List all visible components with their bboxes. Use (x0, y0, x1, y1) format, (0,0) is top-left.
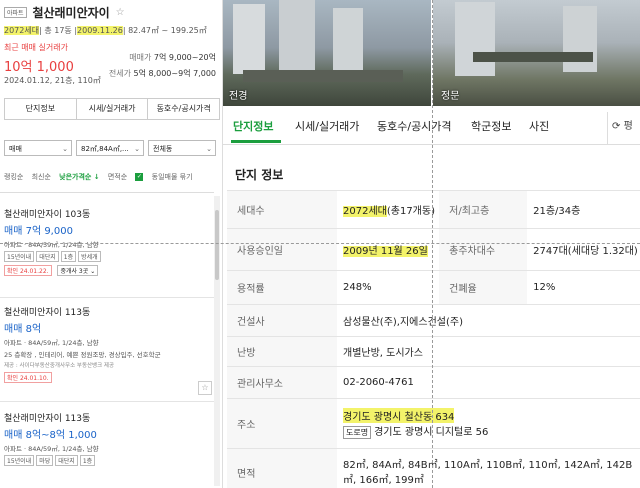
refresh-icon: ⟳ (612, 121, 621, 132)
photo-label: 전경 (229, 91, 248, 102)
confirm-date-badge: 확인 24.01.22. (4, 265, 52, 276)
listing-spec: 아파트 · 84A/59㎡, 1/24층, 남향 (4, 445, 99, 453)
group-listings-label: 동일매물 묶기 (151, 173, 193, 181)
recent-price-value: 10억 1,000 (4, 60, 74, 75)
sort-low-price[interactable]: 낮은가격순 ↓ (59, 173, 100, 181)
road-address-badge: 도로명 (343, 426, 372, 439)
table-row: 면적 82㎡, 84A㎡, 84B㎡, 110A㎡, 110B㎡, 110㎡, … (227, 448, 640, 488)
complex-info-table: 세대수 2072세대(총17개동) 저/최고층 21층/34층 사용승인일 20… (227, 190, 640, 488)
tab-unit-price[interactable]: 동호수/공시가격 (377, 118, 452, 134)
list-item[interactable]: 철산래미안자이 113동 매매 8억 아파트 · 84A/59㎡, 1/24층,… (4, 305, 210, 383)
table-row: 관리사무소 02-2060-4761 (227, 366, 640, 399)
photo-gate[interactable]: 정문 (433, 0, 640, 106)
listing-list: 철산래미안자이 103동 매매 7억 9,000 아파트 · 84A/59㎡, … (0, 192, 214, 488)
summary-units: 2072세대 (4, 26, 40, 35)
listing-title: 철산래미안자이 113동 (4, 308, 91, 318)
tab-photos[interactable]: 사진 (529, 118, 549, 134)
area-value: 82㎡, 84A㎡, 84B㎡, 110A㎡, 110B㎡, 110㎡, 142… (337, 448, 640, 488)
building-select[interactable]: 전체동 ⌄ (148, 140, 216, 156)
listing-spec: 아파트 · 84A/59㎡, 1/24층, 남향 (4, 339, 99, 347)
table-row: 용적률 248% 건폐율 12% (227, 270, 640, 305)
table-row: 주소 경기도 광명시 철산동 634 도로명 경기도 광명시 디지털로 56 (227, 398, 640, 449)
listing-scrollbar[interactable] (214, 196, 220, 486)
photo-label: 정문 (441, 91, 460, 102)
trade-type-select[interactable]: 매매 ⌄ (4, 140, 72, 156)
table-row: 세대수 2072세대(총17개동) 저/최고층 21층/34층 (227, 190, 640, 229)
approval-value: 2009년 11월 26일 (343, 246, 428, 257)
sort-bar: 랭킹순 최신순 낮은가격순 ↓ 면적순 ✓ 동일매물 묶기 (4, 172, 218, 182)
parking-value: 2747대(세대당 1.32대) (527, 228, 640, 271)
recent-price-label: 최근 매매 실거래가 (4, 43, 68, 52)
complex-header: 아파트 철산래미안자이 ☆ 2072세대| 총 17동 |2009.11.26|… (4, 4, 218, 36)
photo-overview[interactable]: 전경 (223, 0, 431, 106)
listing-tags: 15년이내 대단지 1층 방세개 (4, 251, 210, 262)
listing-price: 매매 8억 (4, 324, 42, 335)
left-tab-unit-price[interactable]: 동호수/공시가격 (148, 99, 219, 119)
listing-agency: 제공 : 사이다부동산중개사무소 부동산뱅크 제공 (4, 363, 115, 369)
table-row: 사용승인일 2009년 11월 26일 총주차대수 2747대(세대당 1.32… (227, 228, 640, 271)
listing-title: 철산래미안자이 103동 (4, 210, 91, 220)
listing-title: 철산래미안자이 113동 (4, 414, 91, 424)
table-row: 난방 개별난방, 도시가스 (227, 336, 640, 367)
guide-line (432, 0, 433, 488)
table-row: 건설사 삼성물산(주),지에스건설(주) (227, 304, 640, 337)
complex-summary: 2072세대| 총 17동 |2009.11.26| 82.47㎡ ~ 199.… (4, 26, 207, 35)
floors-value: 21층/34층 (527, 190, 640, 229)
listing-price: 매매 8억~8억 1,000 (4, 430, 97, 441)
summary-approval-date: 2009.11.26 (77, 26, 123, 35)
summary-buildings: 총 17동 (41, 26, 75, 35)
builder-value: 삼성물산(주),지에스건설(주) (337, 304, 640, 337)
chevron-down-icon: ⌄ (90, 268, 96, 275)
confirm-date-badge: 확인 24.01.10. (4, 372, 52, 383)
checkbox-checked-icon[interactable]: ✓ (135, 173, 144, 181)
scrollbar-thumb[interactable] (215, 210, 219, 280)
chevron-down-icon: ⌄ (206, 145, 212, 153)
summary-area: 82.47㎡ ~ 199.25㎡ (125, 26, 207, 35)
chevron-down-icon: ⌄ (134, 145, 140, 153)
list-item[interactable]: 철산래미안자이 113동 매매 8억~8억 1,000 아파트 · 84A/59… (4, 411, 210, 466)
left-tab-bar: 단지정보 시세/실거래가 동호수/공시가격 (4, 98, 220, 120)
lease-price-range: 전세가 5억 8,000~9억 7,000 (108, 69, 216, 78)
favorite-star-icon[interactable]: ☆ (198, 381, 212, 395)
favorite-star-icon[interactable]: ☆ (116, 7, 125, 18)
units-value: 2072세대 (343, 206, 387, 217)
office-phone: 02-2060-4761 (337, 366, 640, 399)
left-tab-price[interactable]: 시세/실거래가 (77, 99, 149, 119)
tab-school[interactable]: 학군정보 (471, 118, 511, 134)
sale-price-range: 매매가 7억 9,000~20억 (129, 53, 216, 62)
sort-area[interactable]: 면적순 (108, 173, 127, 181)
listing-panel: 아파트 철산래미안자이 ☆ 2072세대| 총 17동 |2009.11.26|… (0, 0, 223, 488)
tab-price[interactable]: 시세/실거래가 (295, 118, 359, 134)
list-item[interactable]: 철산래미안자이 103동 매매 7억 9,000 아파트 · 84A/59㎡, … (4, 207, 210, 276)
area-unit-toggle[interactable]: ⟳ 평 (607, 112, 640, 144)
agent-count-button[interactable]: 중개사 3곳 ⌄ (57, 265, 99, 276)
section-title: 단지 정보 (235, 168, 284, 182)
filter-bar: 매매 ⌄ 82㎡,84A㎡,... ⌄ 전체동 ⌄ (4, 140, 218, 156)
listing-spec: 아파트 · 84A/59㎡, 1/24층, 남향 (4, 241, 99, 249)
guide-line (0, 243, 640, 244)
left-tab-complex-info[interactable]: 단지정보 (5, 99, 77, 119)
complex-name: 철산래미안자이 (32, 6, 110, 20)
area-select[interactable]: 82㎡,84A㎡,... ⌄ (76, 140, 144, 156)
heating-value: 개별난방, 도시가스 (337, 336, 640, 367)
tab-complex-info[interactable]: 단지정보 (233, 118, 273, 134)
chevron-down-icon: ⌄ (62, 145, 68, 153)
recent-price-date: 2024.01.12, 21층, 110㎡ (4, 76, 101, 85)
sort-latest[interactable]: 최신순 (32, 173, 51, 181)
listing-tags: 15년이내 마당 대단지 1층 (4, 455, 210, 466)
sort-ranking[interactable]: 랭킹순 (4, 173, 23, 181)
listing-price: 매매 7억 9,000 (4, 226, 73, 237)
far-value: 248% (337, 270, 440, 305)
bcr-value: 12% (527, 270, 640, 305)
lot-address: 경기도 광명시 철산동 634 (343, 408, 455, 423)
listing-description: 25 층확장 , 인테리어, 예쁜 정원조망, 경상입주, 선호학군 (4, 351, 161, 359)
apartment-badge: 아파트 (4, 7, 27, 18)
